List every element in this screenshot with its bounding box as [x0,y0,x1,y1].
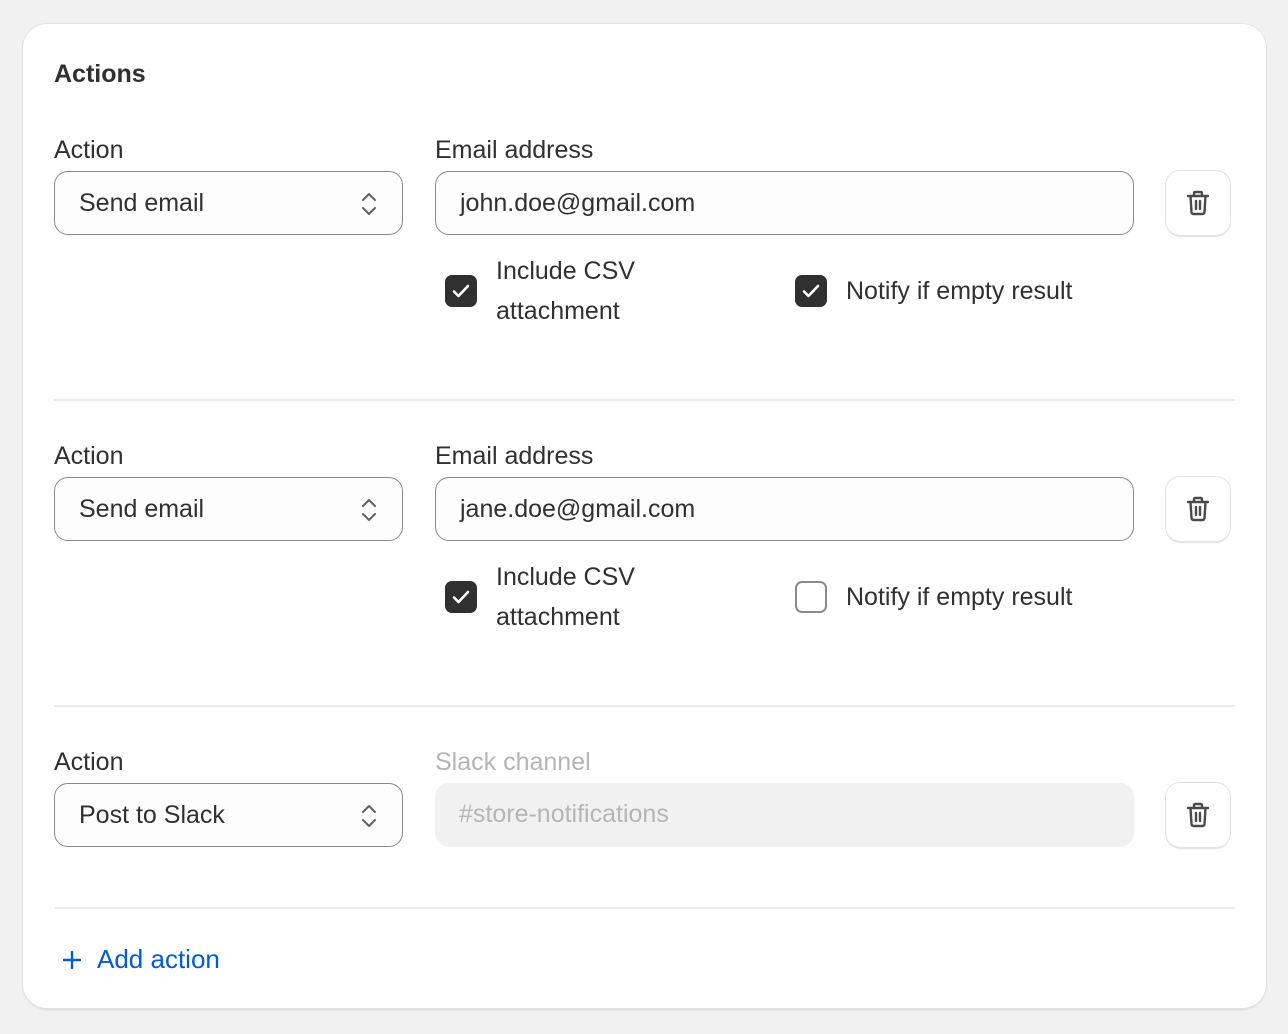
chevron-up-down-icon [362,499,376,521]
action-label: Action [54,136,124,164]
delete-action-button[interactable] [1166,171,1230,235]
card-title: Actions [54,60,146,88]
delete-action-button[interactable] [1166,477,1230,541]
notify-empty-label: Notify if empty result [846,277,1073,305]
action-select-value: Post to Slack [79,801,225,829]
include-csv-label: Include CSV attachment [496,257,635,325]
include-csv-option[interactable]: Include CSV attachment [445,251,665,331]
action-select[interactable]: Send email [54,477,403,541]
slack-channel-label: Slack channel [435,748,591,776]
checkmark-icon [802,284,820,298]
email-input[interactable]: john.doe@gmail.com [435,171,1134,235]
email-label: Email address [435,136,594,164]
slack-channel-input: #store-notifications [435,783,1134,847]
trash-icon [1186,496,1210,522]
divider [54,399,1235,401]
email-input[interactable]: jane.doe@gmail.com [435,477,1134,541]
notify-empty-option[interactable]: Notify if empty result [795,557,1072,637]
email-label: Email address [435,442,594,470]
include-csv-option[interactable]: Include CSV attachment [445,557,665,637]
chevron-up-down-icon [362,805,376,827]
action-select-value: Send email [79,189,205,217]
include-csv-checkbox[interactable] [445,275,477,307]
add-action-button[interactable]: Add action [63,944,220,975]
trash-icon [1186,190,1210,216]
notify-empty-option[interactable]: Notify if empty result [795,251,1072,331]
divider [54,705,1235,707]
chevron-up-down-icon [362,193,376,215]
include-csv-checkbox[interactable] [445,581,477,613]
notify-empty-checkbox[interactable] [795,275,827,307]
divider [54,907,1235,909]
plus-icon [63,950,81,969]
checkmark-icon [452,284,470,298]
include-csv-label: Include CSV attachment [496,563,635,631]
action-select[interactable]: Post to Slack [54,783,403,847]
action-label: Action [54,442,124,470]
notify-empty-checkbox[interactable] [795,581,827,613]
add-action-label: Add action [97,944,220,974]
action-label: Action [54,748,124,776]
action-select-value: Send email [79,495,205,523]
actions-card: Actions Action Email address Send email … [23,24,1266,1008]
notify-empty-label: Notify if empty result [846,583,1073,611]
action-select[interactable]: Send email [54,171,403,235]
checkmark-icon [452,590,470,604]
delete-action-button[interactable] [1166,783,1230,847]
trash-icon [1186,802,1210,828]
